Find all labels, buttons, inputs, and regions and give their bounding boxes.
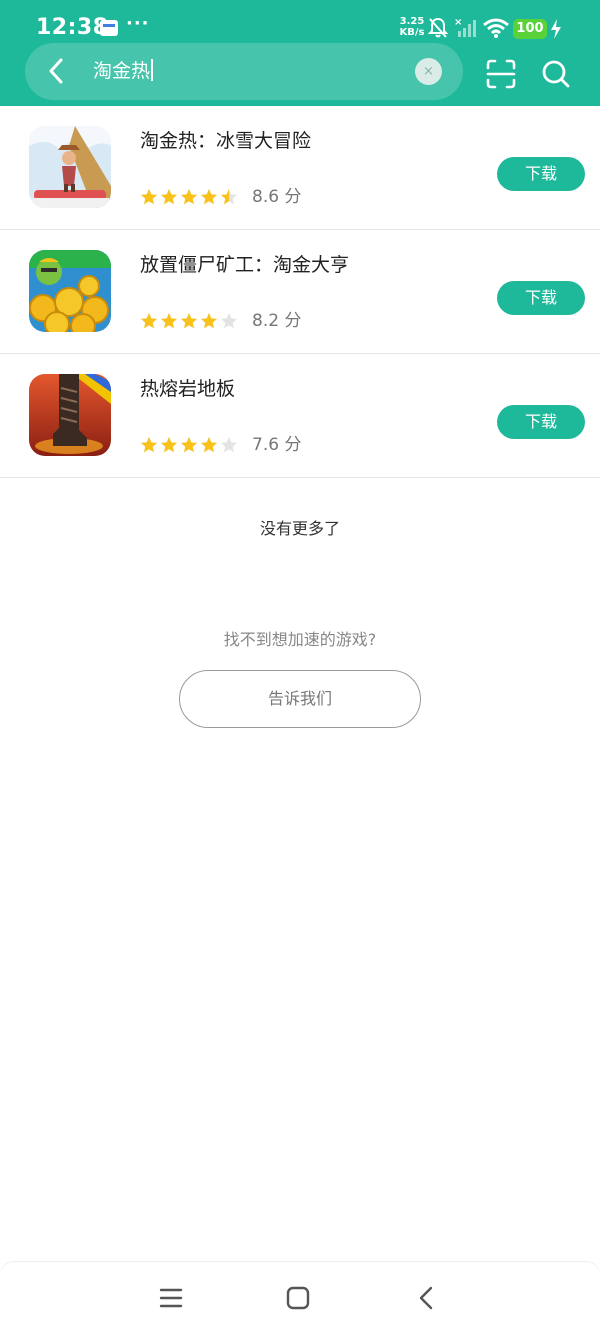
app-icon-lava-floor[interactable] [29, 374, 111, 456]
star-filled-icon [201, 437, 217, 453]
star-filled-icon [161, 437, 177, 453]
tell-us-button[interactable]: 告诉我们 [179, 670, 421, 728]
app-name[interactable]: 淘金热：冰雪大冒险 [140, 126, 311, 153]
scan-icon[interactable] [485, 58, 517, 90]
star-half-icon [221, 189, 237, 205]
cant-find-text: 找不到想加速的游戏? [223, 630, 377, 649]
star-filled-icon [141, 313, 157, 329]
cellular-no-signal-icon: × [454, 17, 476, 37]
download-button[interactable]: 下载 [497, 281, 585, 315]
star-filled-icon [141, 189, 157, 205]
star-filled-icon [141, 437, 157, 453]
end-of-list-text: 没有更多了 [259, 519, 340, 538]
star-filled-icon [201, 313, 217, 329]
rating-stars [140, 310, 240, 332]
star-filled-icon [181, 437, 197, 453]
app-icon-zombie-miner[interactable] [29, 250, 111, 332]
app-icon-gold-rush-snow[interactable] [29, 126, 111, 208]
rating-stars [140, 434, 240, 456]
search-query: 淘金热 [93, 60, 151, 82]
star-filled-icon [161, 313, 177, 329]
search-results: 淘金热：冰雪大冒险 8.6 分 下载 放置僵尸矿工：淘金大亨 8.2 分 下载 … [0, 106, 600, 478]
star-empty-icon [221, 313, 237, 329]
result-row[interactable]: 淘金热：冰雪大冒险 8.6 分 下载 [0, 106, 600, 230]
search-icon[interactable] [540, 58, 572, 90]
result-row[interactable]: 热熔岩地板 7.6 分 下载 [0, 354, 600, 478]
clear-icon[interactable]: × [415, 58, 442, 85]
wifi-icon [483, 18, 509, 38]
svg-text:×: × [454, 17, 462, 28]
star-filled-icon [201, 189, 217, 205]
app-name[interactable]: 热熔岩地板 [140, 374, 235, 401]
text-caret [151, 59, 154, 81]
result-row[interactable]: 放置僵尸矿工：淘金大亨 8.2 分 下载 [0, 230, 600, 354]
network-speed: 3.25 KB/s [398, 16, 426, 38]
battery-indicator: 100 [513, 19, 547, 39]
network-speed-value: 3.25 [399, 16, 425, 27]
back-arrow-icon[interactable] [42, 56, 72, 86]
back-icon[interactable] [414, 1285, 440, 1311]
charging-icon [551, 19, 561, 39]
network-speed-unit: KB/s [399, 27, 425, 38]
star-filled-icon [161, 189, 177, 205]
more-notifications-indicator: ··· [126, 13, 150, 34]
rating-stars [140, 186, 240, 208]
search-input[interactable]: 淘金热 [93, 57, 154, 85]
app-score: 7.6 分 [252, 435, 302, 455]
status-time: 12:38 [36, 15, 109, 40]
star-filled-icon [181, 189, 197, 205]
status-bar: 12:38 ··· 3.25 KB/s × 100 [0, 0, 600, 44]
app-score: 8.2 分 [252, 311, 302, 331]
star-filled-icon [181, 313, 197, 329]
calendar-notification-icon [100, 20, 118, 36]
app-score: 8.6 分 [252, 187, 302, 207]
header: 12:38 ··· 3.25 KB/s × 100 淘金热 × [0, 0, 600, 106]
app-name[interactable]: 放置僵尸矿工：淘金大亨 [140, 250, 349, 277]
download-button[interactable]: 下载 [497, 405, 585, 439]
mute-icon [428, 17, 448, 38]
star-empty-icon [221, 437, 237, 453]
search-box[interactable] [25, 43, 463, 100]
home-icon[interactable] [285, 1285, 311, 1311]
download-button[interactable]: 下载 [497, 157, 585, 191]
menu-icon[interactable] [158, 1285, 184, 1311]
